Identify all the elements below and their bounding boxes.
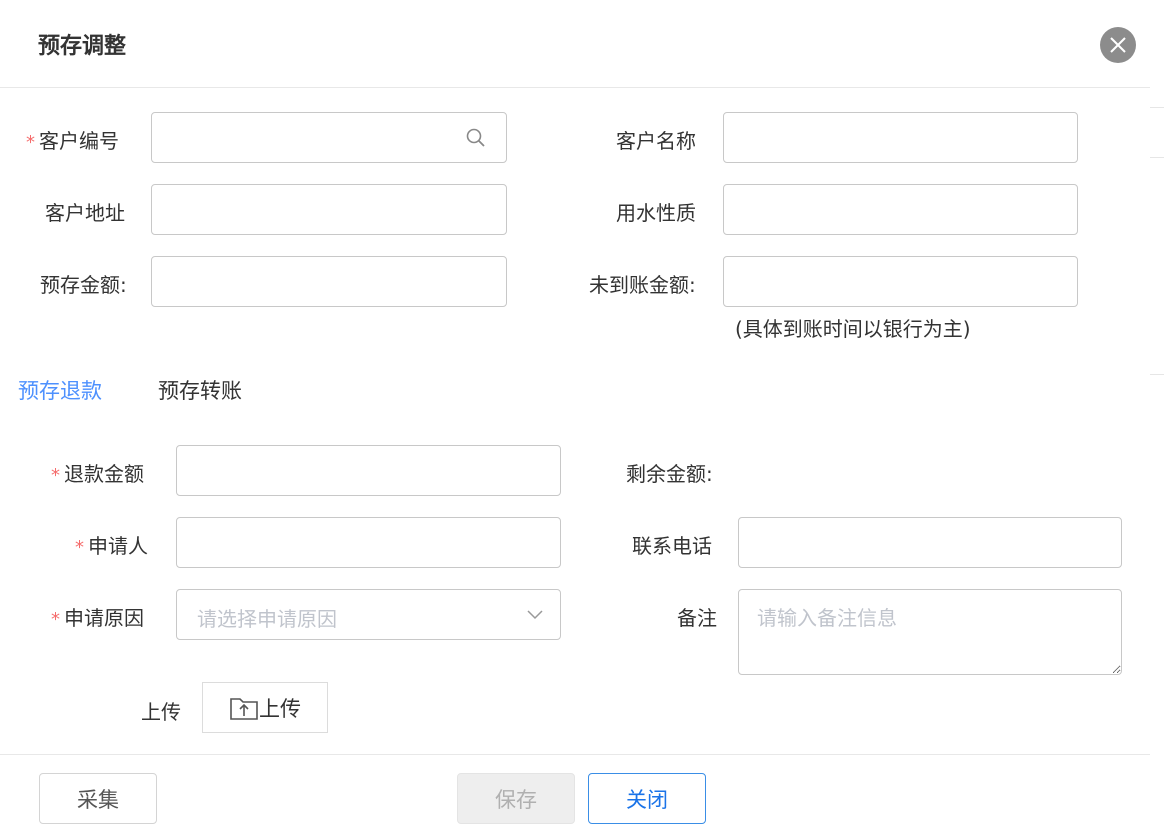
customer-name-label: 客户名称 xyxy=(616,129,696,153)
upload-button-label: 上传 xyxy=(259,696,301,721)
required-asterisk: * xyxy=(51,465,60,486)
customer-name-input[interactable] xyxy=(723,112,1078,163)
save-button[interactable]: 保存 xyxy=(457,773,575,824)
close-dialog-button[interactable] xyxy=(1100,27,1136,63)
dialog-title: 预存调整 xyxy=(38,34,127,59)
pending-amount-input[interactable] xyxy=(723,256,1078,307)
remark-textarea[interactable] xyxy=(738,589,1122,675)
background-divider xyxy=(1150,374,1164,375)
prestore-amount-label: 预存金额: xyxy=(40,273,127,297)
refund-amount-label: * 退款金额 xyxy=(51,462,144,486)
phone-label: 联系电话 xyxy=(632,534,712,558)
background-divider xyxy=(1150,157,1164,158)
remark-label: 备注 xyxy=(677,606,717,630)
reason-select-placeholder: 请选择申请原因 xyxy=(197,607,337,631)
water-nature-input[interactable] xyxy=(723,184,1078,235)
upload-folder-icon xyxy=(230,697,258,720)
upload-button[interactable]: 上传 xyxy=(202,682,328,733)
close-icon xyxy=(1110,37,1126,53)
chevron-down-icon xyxy=(527,610,543,620)
reason-label: * 申请原因 xyxy=(51,606,144,630)
refund-amount-input[interactable] xyxy=(176,445,561,496)
remaining-amount-label: 剩余金额: xyxy=(626,462,713,486)
applicant-input[interactable] xyxy=(176,517,561,568)
reason-select[interactable]: 请选择申请原因 xyxy=(176,589,561,640)
customer-address-label: 客户地址 xyxy=(45,201,125,225)
customer-address-input[interactable] xyxy=(151,184,507,235)
header-divider xyxy=(0,87,1150,88)
close-button[interactable]: 关闭 xyxy=(588,773,706,824)
customer-no-label: * 客户编号 xyxy=(26,129,119,153)
search-icon[interactable] xyxy=(465,127,487,149)
phone-input[interactable] xyxy=(738,517,1122,568)
pending-amount-label: 未到账金额: xyxy=(589,273,696,297)
footer-divider xyxy=(0,754,1150,755)
prestore-amount-input[interactable] xyxy=(151,256,507,307)
tab-prestore-transfer[interactable]: 预存转账 xyxy=(158,375,242,405)
prestore-adjust-dialog: 预存调整 * 客户编号 客户名称 客户地址 用水性质 预存金额: 未到账金额: (… xyxy=(0,0,1150,836)
upload-label: 上传 xyxy=(141,700,181,724)
pending-amount-note: (具体到账时间以银行为主) xyxy=(735,317,971,341)
tab-prestore-refund[interactable]: 预存退款 xyxy=(18,375,102,405)
water-nature-label: 用水性质 xyxy=(616,201,696,225)
collect-button[interactable]: 采集 xyxy=(39,773,157,824)
background-page xyxy=(1150,0,1164,836)
required-asterisk: * xyxy=(75,537,84,558)
customer-no-input[interactable] xyxy=(151,112,507,163)
required-asterisk: * xyxy=(51,609,60,630)
applicant-label: * 申请人 xyxy=(75,534,148,558)
required-asterisk: * xyxy=(26,132,35,153)
background-divider xyxy=(1150,107,1164,108)
